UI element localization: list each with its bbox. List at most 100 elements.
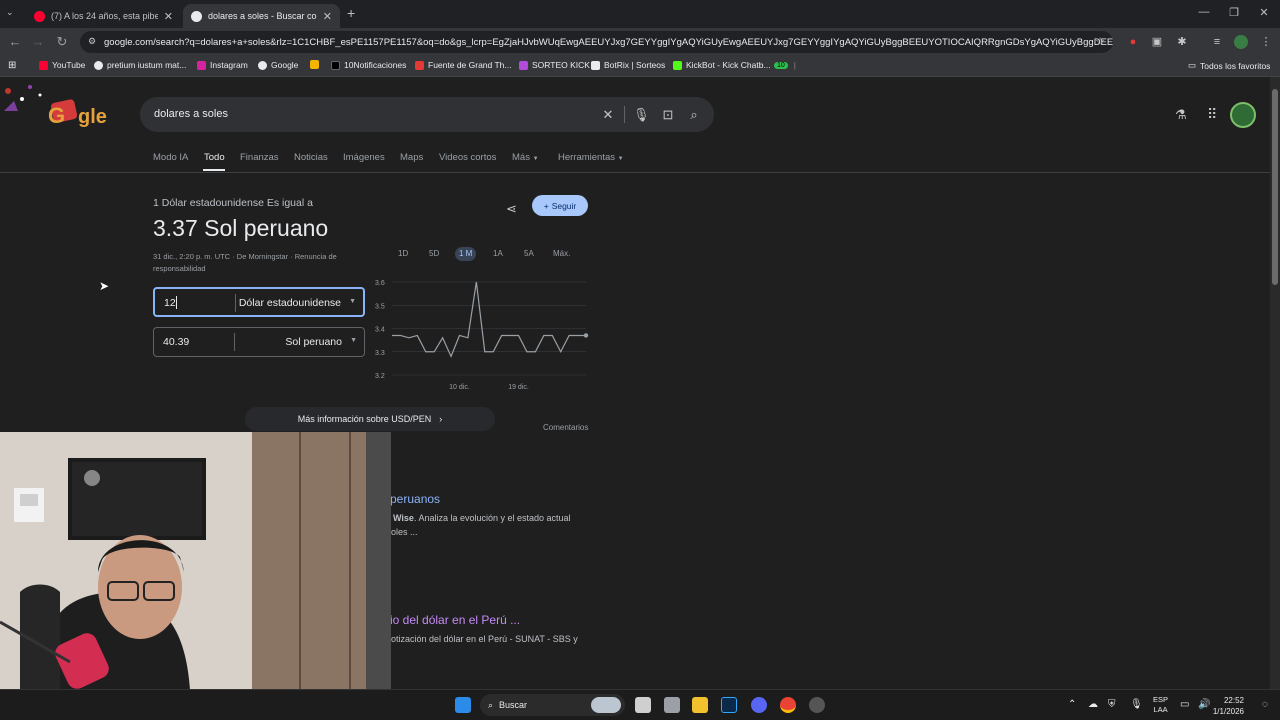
tab-mas[interactable]: Más ▼ — [512, 152, 539, 163]
bookmark-google[interactable]: Google — [258, 60, 298, 70]
range-5d[interactable]: 5D — [425, 247, 443, 261]
all-bookmarks-button[interactable]: ▭ Todos los favoritos — [1188, 60, 1270, 71]
search-query-text[interactable]: dolares a soles — [154, 108, 228, 120]
network-icon[interactable]: ▭ — [1180, 699, 1189, 710]
range-5a[interactable]: 5A — [520, 247, 538, 261]
app-icon-2[interactable] — [809, 697, 825, 713]
tab-videos-cortos[interactable]: Videos cortos — [439, 152, 496, 163]
exchange-rate-chart[interactable]: 3.2 3.3 3.4 3.5 3.6 10 dic. 19 dic. — [372, 273, 592, 393]
search-divider — [624, 106, 625, 123]
tab-noticias[interactable]: Noticias — [294, 152, 328, 163]
windows-taskbar: ⌕ Buscar ⌃ ☁ ⛨ 🎙 ESP LAA ▭ 🔊 22:52 1/1/2… — [0, 689, 1280, 720]
forward-icon[interactable]: → — [30, 34, 46, 49]
search-box[interactable]: dolares a soles ✕ 🎙 ⊡ ⌕ — [140, 97, 714, 132]
tab-maps[interactable]: Maps — [400, 152, 423, 163]
address-bar[interactable]: ⚙ google.com/search?q=dolares+a+soles&rl… — [80, 31, 1113, 53]
labs-icon[interactable]: ⚗ — [1175, 107, 1187, 123]
clear-search-icon[interactable]: ✕ — [600, 107, 616, 123]
result-title-1[interactable]: peruanos — [390, 492, 440, 506]
tray-shield-icon[interactable]: ⛨ — [1108, 699, 1116, 710]
range-1m[interactable]: 1 M — [455, 247, 477, 261]
site-info-icon[interactable]: ⚙ — [88, 36, 96, 47]
tray-mic-icon[interactable]: 🎙 — [1130, 699, 1143, 710]
file-explorer-icon[interactable] — [692, 697, 708, 713]
amount-from-input[interactable]: 12 — [164, 297, 176, 309]
discord-icon[interactable] — [751, 697, 767, 713]
chrome-menu-icon[interactable]: ⋮ — [1259, 35, 1273, 49]
search-icon[interactable]: ⌕ — [686, 107, 702, 123]
bookmark-youtube[interactable]: YouTube — [39, 60, 85, 70]
account-avatar[interactable] — [1230, 102, 1256, 128]
bookmark-sorteo-kick[interactable]: SORTEO KICK — [519, 60, 590, 70]
chevron-down-icon[interactable]: ▼ — [350, 337, 357, 344]
tray-app-icon[interactable]: ☁ — [1088, 699, 1098, 710]
amount-to-field[interactable]: 40.39 Sol peruano ▼ — [153, 327, 365, 357]
notification-icon[interactable]: ◌ — [1262, 699, 1268, 710]
close-tab-icon[interactable]: ✕ — [323, 10, 332, 23]
amount-to-input[interactable]: 40.39 — [163, 336, 189, 348]
back-icon[interactable]: ← — [7, 34, 23, 49]
tab-modo-ia[interactable]: Modo IA — [153, 152, 188, 163]
google-apps-icon[interactable]: ⠿ — [1207, 106, 1217, 123]
result-snippet-1b: oles ... — [391, 527, 418, 537]
close-tab-icon[interactable]: ✕ — [164, 10, 173, 23]
language-indicator[interactable]: ESP LAA — [1153, 695, 1168, 715]
page-scrollbar[interactable] — [1270, 77, 1280, 689]
bookmark-extension[interactable] — [310, 60, 323, 69]
windows-start-icon[interactable] — [455, 697, 471, 713]
range-1a[interactable]: 1A — [489, 247, 507, 261]
bookmark-10[interactable]: 10 | — [774, 60, 796, 70]
photoshop-icon[interactable] — [721, 697, 737, 713]
chart-x-tick-label: 19 dic. — [508, 384, 529, 391]
close-window-icon[interactable]: ✕ — [1249, 6, 1279, 19]
tab-imagenes[interactable]: Imágenes — [343, 152, 385, 163]
tab-search-icon[interactable]: ⌄ — [6, 7, 14, 18]
tab-finanzas[interactable]: Finanzas — [240, 152, 279, 163]
range-1d[interactable]: 1D — [394, 247, 412, 261]
currency-to-select[interactable]: Sol peruano — [285, 336, 342, 348]
range-max[interactable]: Máx. — [549, 247, 574, 261]
system-clock[interactable]: 22:52 1/1/2026 — [1213, 695, 1244, 717]
browser-tab-google[interactable]: dolares a soles - Buscar con Go ✕ — [183, 4, 340, 28]
scrollbar-thumb[interactable] — [1272, 89, 1278, 285]
botrix-icon — [591, 60, 600, 70]
bookmark-x-notificaciones[interactable]: 10Notificaciones — [331, 60, 406, 70]
bookmark-botrix[interactable]: BotRix | Sorteos — [591, 60, 665, 70]
google-doodle-logo[interactable]: G gle — [0, 77, 118, 147]
browser-tab-youtube[interactable]: (7) A los 24 años, esta pibe ente ✕ — [26, 4, 181, 28]
extensions-puzzle-icon[interactable]: ✱ — [1175, 35, 1189, 49]
tab-herramientas[interactable]: Herramientas ▼ — [558, 152, 624, 163]
record-extension-icon[interactable]: ● — [1126, 35, 1140, 49]
media-control-icon[interactable]: ≡ — [1210, 35, 1224, 49]
bookmark-star-icon[interactable]: ☆ — [1095, 35, 1105, 48]
follow-button[interactable]: + Seguir — [532, 195, 588, 216]
chrome-icon[interactable] — [780, 697, 796, 713]
new-tab-button[interactable]: + — [347, 5, 355, 21]
chevron-down-icon[interactable]: ▼ — [349, 298, 356, 305]
app-icon[interactable] — [664, 697, 680, 713]
bookmark-kickbot[interactable]: KickBot - Kick Chatb... — [673, 60, 771, 70]
volume-icon[interactable]: 🔊 — [1198, 699, 1210, 710]
profile-avatar[interactable] — [1234, 35, 1248, 49]
lens-search-icon[interactable]: ⊡ — [660, 107, 676, 123]
restore-icon[interactable]: ❐ — [1219, 6, 1249, 19]
amount-from-field[interactable]: 12 Dólar estadounidense ▼ — [153, 287, 365, 317]
reload-icon[interactable]: ↻ — [54, 34, 70, 50]
taskbar-search[interactable]: ⌕ Buscar — [480, 694, 625, 716]
bookmark-pretium[interactable]: pretium iustum mat... — [94, 60, 186, 70]
result-snippet-2: otización del dólar en el Perú - SUNAT -… — [391, 634, 578, 644]
apps-icon[interactable]: ⊞ — [8, 60, 16, 71]
voice-search-icon[interactable]: 🎙 — [633, 107, 650, 123]
bookmark-fuente-gta[interactable]: Fuente de Grand Th... — [415, 60, 511, 70]
more-info-button[interactable]: Más información sobre USD/PEN › — [245, 407, 495, 431]
bookmark-instagram[interactable]: Instagram — [197, 60, 248, 70]
task-view-icon[interactable] — [635, 697, 651, 713]
minimize-icon[interactable]: — — [1189, 6, 1219, 18]
result-title-2[interactable]: io del dólar en el Perú ... — [390, 613, 520, 627]
tab-todo[interactable]: Todo — [204, 152, 225, 163]
currency-from-select[interactable]: Dólar estadounidense — [239, 297, 341, 309]
extension-icon[interactable]: ▣ — [1150, 35, 1164, 49]
share-icon[interactable]: ⋖ — [506, 201, 517, 217]
tray-overflow-icon[interactable]: ⌃ — [1068, 699, 1076, 710]
comments-link[interactable]: Comentarios — [543, 423, 588, 432]
